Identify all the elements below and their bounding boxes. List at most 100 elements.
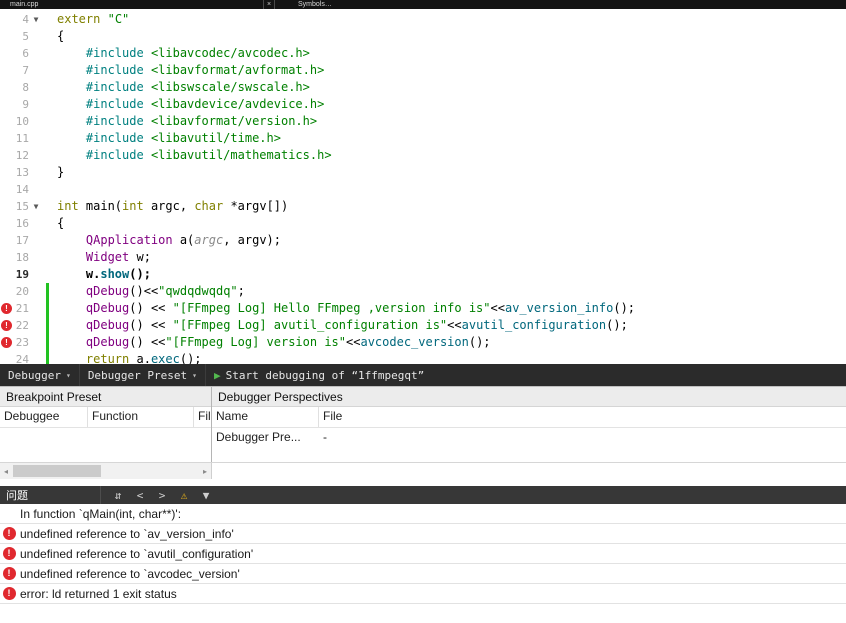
line-number[interactable]: 17 (13, 232, 29, 249)
code-line[interactable]: 16 { (0, 215, 846, 232)
horizontal-scrollbar[interactable]: ◂ ▸ (0, 463, 212, 479)
code-token: avutil_configuration (461, 318, 607, 332)
perspectives-panel: Debugger Perspectives Name File Debugger … (212, 387, 846, 462)
line-number[interactable]: 11 (13, 130, 29, 147)
line-number[interactable]: 18 (13, 249, 29, 266)
code-text: #include <libavutil/mathematics.h> (49, 147, 332, 164)
gutter-error-slot (0, 147, 13, 164)
line-number[interactable]: 4 (13, 11, 29, 28)
line-number[interactable]: 6 (13, 45, 29, 62)
code-text: qDebug()<<"qwdqdwqdq"; (49, 283, 245, 300)
open-file-label[interactable]: main.cpp (10, 0, 38, 9)
line-number[interactable]: 8 (13, 79, 29, 96)
scroll-left-icon[interactable]: ◂ (0, 463, 12, 479)
perspectives-panel-title: Debugger Perspectives (212, 387, 846, 407)
warnings-toggle-icon[interactable]: ⚠ (173, 489, 195, 502)
filter-icon[interactable]: ▼ (195, 489, 217, 502)
fold-slot (29, 113, 43, 130)
line-number[interactable]: 9 (13, 96, 29, 113)
line-number[interactable]: 14 (13, 181, 29, 198)
gutter-error-slot (0, 232, 13, 249)
perspective-row[interactable]: Debugger Pre... - (212, 428, 846, 449)
debugger-mode-selector[interactable]: Debugger ▾ (0, 364, 79, 386)
code-line[interactable]: ! 23 qDebug() <<"[FFmpeg Log] version is"… (0, 334, 846, 351)
code-line[interactable]: 19 w.show(); (0, 266, 846, 283)
code-editor[interactable]: 4 ▼ extern "C" 5{6 #include <libavcodec/avc… (0, 9, 846, 364)
close-icon[interactable]: × (263, 0, 276, 9)
line-number[interactable]: 7 (13, 62, 29, 79)
fold-slot (29, 147, 43, 164)
line-number[interactable]: 20 (13, 283, 29, 300)
code-line[interactable]: 11 #include <libavutil/time.h> (0, 130, 846, 147)
line-number[interactable]: 12 (13, 147, 29, 164)
symbol-selector-label[interactable]: Symbols… (298, 0, 332, 9)
issue-row[interactable]: In function `qMain(int, char**)': (0, 504, 846, 524)
code-line[interactable]: 17 QApplication a(argc, argv); (0, 232, 846, 249)
issue-row[interactable]: ! undefined reference to `avcodec_version… (0, 564, 846, 584)
gutter-error-slot: ! (0, 317, 13, 334)
issue-row[interactable]: ! undefined reference to `avutil_configur… (0, 544, 846, 564)
scrollbar-row: ◂ ▸ (0, 462, 846, 479)
code-line[interactable]: 24 return a.exec(); (0, 351, 846, 364)
fold-marker-icon[interactable]: ▼ (29, 11, 43, 28)
code-token: avcodec_version (360, 335, 469, 349)
code-line[interactable]: 10 #include <libavformat/version.h> (0, 113, 846, 130)
debugger-preset-dropdown[interactable]: Debugger Preset ▾ (80, 364, 205, 386)
line-number[interactable]: 23 (13, 334, 29, 351)
perspective-cell[interactable]: Debugger Pre... (212, 428, 319, 449)
code-line[interactable]: 5{ (0, 28, 846, 45)
column-header[interactable]: File (194, 407, 211, 427)
line-number[interactable]: 10 (13, 113, 29, 130)
code-text: qDebug() << "[FFmpeg Log] Hello FFmpeg ,… (49, 300, 635, 317)
code-line[interactable]: ! 22 qDebug() << "[FFmpeg Log] avutil_con… (0, 317, 846, 334)
code-token: <libavutil/mathematics.h> (150, 148, 332, 162)
code-line[interactable]: 18 Widget w; (0, 249, 846, 266)
code-line[interactable]: 4 ▼ extern "C" (0, 11, 846, 28)
code-line[interactable]: ! 21 qDebug() << "[FFmpeg Log] Hello FFmp… (0, 300, 846, 317)
code-token: << (490, 301, 505, 315)
column-header[interactable]: Function (88, 407, 194, 427)
code-token: "[FFmpeg Log] version is" (165, 335, 347, 349)
code-line[interactable]: 12 #include <libavutil/mathematics.h> (0, 147, 846, 164)
issue-row[interactable]: ! error: ld returned 1 exit status (0, 584, 846, 604)
issues-toolbar: ⇵ < > ⚠ ▼ (107, 489, 217, 502)
line-number[interactable]: 22 (13, 317, 29, 334)
code-line[interactable]: 8 #include <libswscale/swscale.h> (0, 79, 846, 96)
line-number[interactable]: 16 (13, 215, 29, 232)
line-number[interactable]: 19 (13, 266, 29, 283)
column-header[interactable]: Name (212, 407, 319, 427)
scroll-right-icon[interactable]: ▸ (199, 463, 211, 479)
line-number[interactable]: 5 (13, 28, 29, 45)
gutter-error-slot (0, 11, 13, 28)
fold-slot (29, 215, 43, 232)
start-debugging-button[interactable]: ▶ Start debugging of “1ffmpegqt” (206, 364, 432, 386)
breakpoint-column-headers: DebuggeeFunctionFile (0, 407, 211, 428)
error-marker-icon[interactable]: ! (1, 303, 12, 314)
line-number[interactable]: 21 (13, 300, 29, 317)
line-number[interactable]: 15 (13, 198, 29, 215)
line-number[interactable]: 24 (13, 351, 29, 364)
perspective-cell[interactable]: - (319, 428, 846, 449)
prev-issue-icon[interactable]: < (129, 489, 151, 502)
fold-marker-icon[interactable]: ▼ (29, 198, 43, 215)
next-issue-icon[interactable]: > (151, 489, 173, 502)
code-line[interactable]: 9 #include <libavdevice/avdevice.h> (0, 96, 846, 113)
code-token: <libavcodec/avcodec.h> (150, 46, 310, 60)
code-line[interactable]: 15 ▼ int main(int argc, char *argv[]) (0, 198, 846, 215)
error-marker-icon[interactable]: ! (1, 337, 12, 348)
issue-row[interactable]: ! undefined reference to `av_version_info… (0, 524, 846, 544)
scrollbar-thumb[interactable] (13, 465, 101, 477)
code-line[interactable]: 20 qDebug()<<"qwdqdwqdq"; (0, 283, 846, 300)
code-line[interactable]: 13} (0, 164, 846, 181)
column-header[interactable]: Debuggee (0, 407, 88, 427)
code-text: extern "C" (49, 11, 129, 28)
code-line[interactable]: 7 #include <libavformat/avformat.h> (0, 62, 846, 79)
error-marker-icon[interactable]: ! (1, 320, 12, 331)
line-number[interactable]: 13 (13, 164, 29, 181)
code-line[interactable]: 6 #include <libavcodec/avcodec.h> (0, 45, 846, 62)
column-header[interactable]: File (319, 407, 846, 427)
code-line[interactable]: 14 (0, 181, 846, 198)
sort-icon[interactable]: ⇵ (107, 489, 129, 502)
